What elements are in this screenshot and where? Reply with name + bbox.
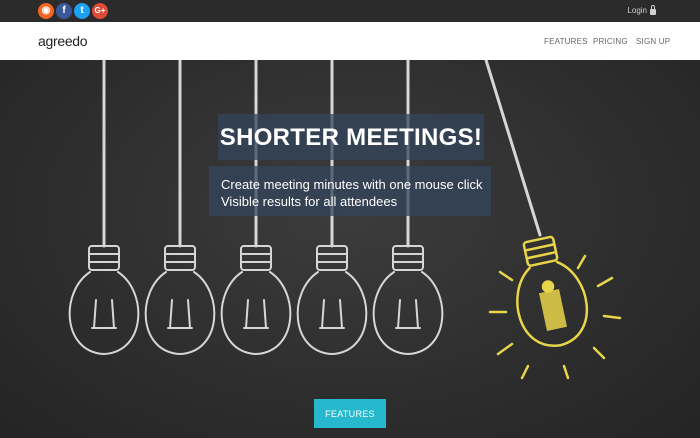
lit-bulb-icon [488, 235, 622, 380]
nav-pricing[interactable]: PRICING [593, 37, 628, 46]
brand-logo[interactable]: agreedo [38, 33, 88, 49]
subheadline-box: Create meeting minutes with one mouse cl… [209, 166, 491, 216]
nav-features[interactable]: FEATURES [544, 37, 588, 46]
nav-sign-up[interactable]: SIGN UP [636, 37, 670, 46]
google-plus-icon[interactable]: G+ [92, 3, 108, 19]
main-navbar: agreedo FEATURES PRICING SIGN UP [0, 22, 700, 60]
white-bulb-icon [144, 60, 216, 356]
twitter-icon[interactable]: t [74, 3, 90, 19]
subheadline-line-1: Create meeting minutes with one mouse cl… [221, 177, 483, 192]
hero-section: SHORTER MEETINGS! Create meeting minutes… [0, 60, 700, 438]
login-label: Login [627, 6, 647, 15]
login-link[interactable]: Login [627, 4, 656, 15]
top-social-bar: ◉ f t G+ Login [0, 0, 700, 22]
hero-headline: SHORTER MEETINGS! [219, 124, 483, 151]
headline-box: SHORTER MEETINGS! [218, 114, 484, 160]
subheadline-line-2: Visible results for all attendees [221, 194, 398, 209]
lock-icon [650, 4, 656, 15]
facebook-icon[interactable]: f [56, 3, 72, 19]
rss-icon[interactable]: ◉ [38, 3, 54, 19]
features-button[interactable]: FEATURES [314, 399, 386, 428]
white-bulb-icon [68, 60, 140, 356]
